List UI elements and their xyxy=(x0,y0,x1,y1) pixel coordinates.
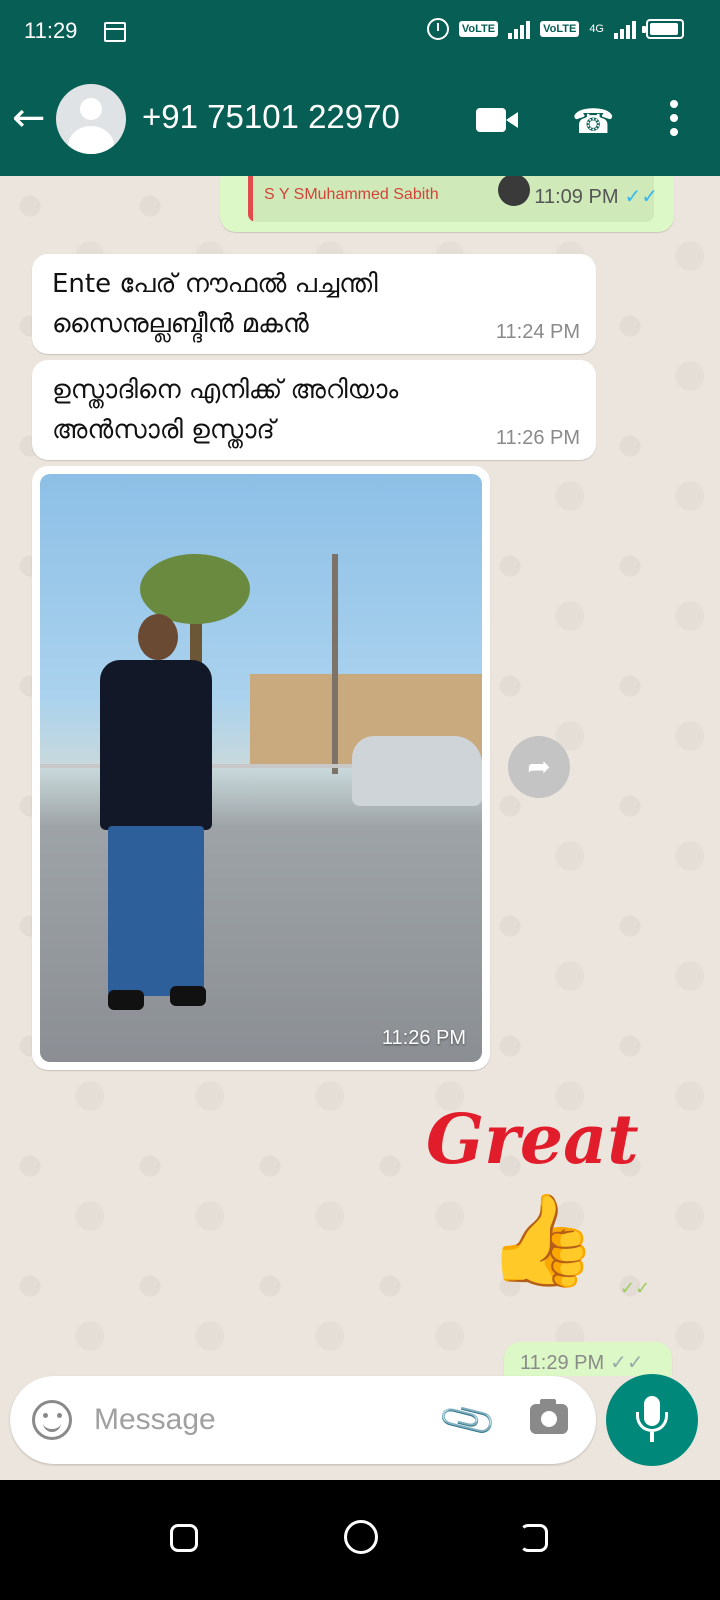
message-text-line1: ഉസ്താദിനെ എനിക്ക് അറിയാം xyxy=(52,375,399,405)
person-shirt xyxy=(100,660,212,830)
message-time: 11:26 PM xyxy=(495,427,580,449)
message-time: 11:09 PM ✓✓ xyxy=(534,184,658,209)
reply-sender: S Y SMuhammed Sabith xyxy=(264,186,439,203)
thumbs-up-icon: 👍 xyxy=(486,1188,599,1293)
camera-icon[interactable] xyxy=(530,1399,568,1434)
mic-icon[interactable] xyxy=(606,1374,698,1466)
chat-area[interactable]: S Y SMuhammed Sabith 11:09 PM ✓✓ Ente പേര… xyxy=(0,176,720,1376)
avatar-icon[interactable] xyxy=(56,84,126,154)
message-composer: 📎 xyxy=(10,1376,596,1464)
photo-car xyxy=(352,736,482,806)
person-shoe xyxy=(108,990,144,1010)
system-nav-bar xyxy=(0,1480,720,1600)
emoji-icon[interactable] xyxy=(32,1400,72,1440)
video-call-icon[interactable] xyxy=(476,108,518,132)
signal-icon-1 xyxy=(508,19,531,39)
image-message[interactable]: 11:26 PM xyxy=(32,466,490,1070)
message-time: 11:29 PM ✓✓ xyxy=(520,1352,644,1374)
network-type-label: 4G xyxy=(589,23,604,35)
status-time: 11:29 xyxy=(24,18,78,43)
forward-icon[interactable]: ➦ xyxy=(508,736,570,798)
sticker-text: Great xyxy=(426,1100,639,1180)
message-time-text: 11:09 PM xyxy=(534,186,619,208)
back-icon[interactable] xyxy=(520,1524,548,1552)
photo-person xyxy=(80,610,230,1040)
alarm-icon xyxy=(426,18,449,40)
message-time: 11:26 PM xyxy=(381,1027,466,1049)
contact-name[interactable]: +91 75101 22970 xyxy=(142,98,400,136)
incoming-message[interactable]: ഉസ്താദിനെ എനിക്ക് അറിയാം അൻസാരി ഉസ്താദ് … xyxy=(32,360,596,460)
person-shoe xyxy=(170,986,206,1006)
reply-bar xyxy=(248,176,253,222)
volte-badge-1: VoLTE xyxy=(458,21,499,37)
outgoing-message[interactable]: 11:29 PM ✓✓ xyxy=(504,1342,672,1376)
reply-message[interactable]: S Y SMuhammed Sabith 11:09 PM ✓✓ xyxy=(220,176,674,232)
signal-icon-2 xyxy=(614,19,636,39)
photo-image[interactable]: 11:26 PM xyxy=(40,474,482,1062)
message-input[interactable] xyxy=(94,1394,424,1446)
incoming-message[interactable]: Ente പേര് നൗഫൽ പച്ചന്തി സൈനുല്ലബ്ദീൻ മകൻ… xyxy=(32,254,596,354)
phone-icon[interactable]: ☎ xyxy=(572,102,614,142)
attach-icon[interactable]: 📎 xyxy=(435,1388,500,1452)
recents-icon[interactable] xyxy=(170,1524,198,1552)
battery-icon xyxy=(642,19,684,39)
read-ticks-icon: ✓✓ xyxy=(624,186,658,208)
home-icon[interactable] xyxy=(344,1520,378,1554)
reply-thumbnail xyxy=(498,176,530,206)
calendar-icon xyxy=(104,22,126,42)
photo-pole xyxy=(332,554,338,774)
mic-leg xyxy=(650,1432,654,1442)
avatar-body xyxy=(68,126,114,154)
message-text-line1: Ente പേര് നൗഫൽ പച്ചന്തി xyxy=(52,269,378,299)
more-options-icon[interactable] xyxy=(670,100,678,140)
avatar-head xyxy=(80,98,102,120)
status-bar: 11:29 VoLTE VoLTE 4G xyxy=(0,0,720,64)
message-time: 11:24 PM xyxy=(495,321,580,343)
sticker-message[interactable]: Great 👍 ✓✓ xyxy=(426,1100,676,1330)
message-time-text: 11:29 PM xyxy=(520,1352,605,1374)
sent-tick-icon: ✓✓ xyxy=(620,1278,651,1299)
back-arrow-icon[interactable]: ← xyxy=(12,98,46,138)
volte-badge-2: VoLTE xyxy=(540,21,580,37)
mic-stand xyxy=(636,1412,668,1432)
person-head xyxy=(138,614,178,660)
person-jeans xyxy=(108,826,204,996)
read-ticks-icon: ✓✓ xyxy=(610,1352,644,1374)
chat-header: ← +91 75101 22970 ☎ xyxy=(0,64,720,176)
status-icons: VoLTE VoLTE 4G xyxy=(426,18,684,40)
